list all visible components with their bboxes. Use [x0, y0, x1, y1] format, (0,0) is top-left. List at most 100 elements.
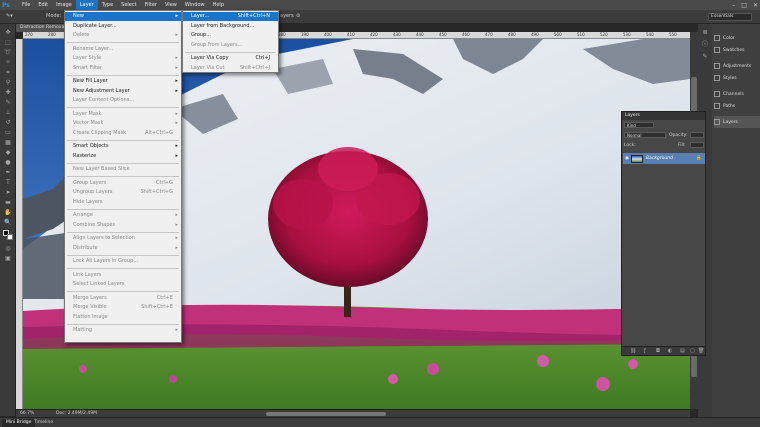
menu-help[interactable]: Help	[209, 0, 228, 10]
menu-item-group-layers[interactable]: Group Layers Ctrl+G	[65, 179, 181, 188]
menu-item-duplicate-layer[interactable]: Duplicate Layer...	[65, 22, 181, 31]
opacity-input[interactable]	[690, 132, 704, 138]
menu-type[interactable]: Type	[98, 0, 117, 10]
menu-item-lock-all-layers-in-group[interactable]: Lock All Layers in Group...	[65, 257, 181, 266]
close-icon[interactable]: ✕	[753, 2, 758, 9]
panel-paths[interactable]: Paths	[714, 100, 760, 112]
eyedropper-tool-icon[interactable]: ⚲	[3, 78, 13, 87]
shape-tool-icon[interactable]: ▬	[3, 198, 13, 207]
menu-image[interactable]: Image	[52, 0, 76, 10]
new-layer-icon[interactable]: ▢	[690, 348, 695, 354]
zoom-tool-icon[interactable]: 🔍	[3, 218, 13, 227]
menu-item-layer-style[interactable]: Layer Style ▸	[65, 54, 181, 63]
zoom-level[interactable]: 66.7%	[20, 411, 34, 416]
brush-tool-icon[interactable]: ✎▾	[6, 13, 13, 19]
menu-item-combine-shapes[interactable]: Combine Shapes ▸	[65, 221, 181, 230]
brush-presets-icon[interactable]: ✎	[700, 52, 710, 61]
menu-layer[interactable]: Layer	[75, 0, 98, 10]
fill-input[interactable]	[690, 142, 704, 148]
menu-item-flatten-image[interactable]: Flatten Image	[65, 313, 181, 322]
menu-item-rasterize[interactable]: Rasterize ▸	[65, 152, 181, 161]
healing-brush-tool-icon[interactable]: ✚	[3, 88, 13, 97]
adjustment-layer-icon[interactable]: ◐	[668, 348, 672, 354]
layer-name[interactable]: Background	[646, 156, 673, 161]
visibility-eye-icon[interactable]: ◉	[623, 156, 631, 161]
menu-item-create-clipping-mask[interactable]: Create Clipping Mask Alt+Ctrl+G	[65, 129, 181, 138]
menu-item-layer-content-options[interactable]: Layer Content Options...	[65, 96, 181, 105]
pen-tool-icon[interactable]: ✒	[3, 168, 13, 177]
horizontal-scroll-thumb[interactable]	[266, 412, 386, 416]
menu-item-smart-objects[interactable]: Smart Objects ▸	[65, 142, 181, 151]
menu-window[interactable]: Window	[181, 0, 209, 10]
color-swatches-icon[interactable]	[3, 230, 13, 240]
new-group-icon[interactable]: ▤	[680, 348, 685, 354]
layer-filter-select[interactable]: Kind	[624, 122, 654, 128]
hand-tool-icon[interactable]: ✋	[3, 208, 13, 217]
menu-item-matting[interactable]: Matting ▸	[65, 326, 181, 335]
panel-swatches[interactable]: Swatches	[714, 44, 760, 56]
menu-item-new-adjustment-layer[interactable]: New Adjustment Layer ▸	[65, 87, 181, 96]
properties-icon[interactable]: ⓘ	[700, 40, 710, 49]
panel-channels[interactable]: Channels	[714, 88, 760, 100]
menu-select[interactable]: Select	[117, 0, 140, 10]
pressure-icon[interactable]: ⊘	[296, 13, 300, 19]
screen-mode-icon[interactable]: ▣	[3, 254, 13, 263]
brush-tool-icon[interactable]: ✎	[3, 98, 13, 107]
menu-item-distribute[interactable]: Distribute ▸	[65, 244, 181, 253]
quick-select-tool-icon[interactable]: ✧	[3, 58, 13, 67]
document-size[interactable]: Doc: 2.49M/2.49M	[56, 411, 97, 416]
panel-styles[interactable]: Styles	[714, 72, 760, 84]
submenu-item-group[interactable]: Group...	[183, 31, 278, 40]
lasso-tool-icon[interactable]: ➰	[3, 48, 13, 57]
panel-layers[interactable]: Layers	[714, 116, 760, 128]
menu-item-merge-layers[interactable]: Merge Layers Ctrl+E	[65, 294, 181, 303]
menu-file[interactable]: File	[18, 0, 34, 10]
menu-item-new-layer-based-slice[interactable]: New Layer Based Slice	[65, 165, 181, 174]
tab-timeline[interactable]: Timeline	[30, 419, 57, 427]
submenu-item-layer-via-copy[interactable]: Layer Via Copy Ctrl+J	[183, 54, 278, 63]
layer-row-background[interactable]: ◉ Background 🔒	[623, 153, 705, 164]
layers-panel-title[interactable]: Layers	[622, 112, 705, 120]
blend-mode-select[interactable]: Normal	[624, 132, 666, 138]
menu-item-delete[interactable]: Delete ▸	[65, 31, 181, 40]
menu-filter[interactable]: Filter	[141, 0, 161, 10]
panel-color[interactable]: Color	[714, 32, 760, 44]
menu-view[interactable]: View	[161, 0, 181, 10]
link-layers-icon[interactable]: ⛓	[630, 348, 636, 354]
workspace-select[interactable]: Essentials	[708, 13, 752, 21]
menu-item-link-layers[interactable]: Link Layers	[65, 271, 181, 280]
marquee-tool-icon[interactable]: ⬚	[3, 38, 13, 47]
panel-adjustments[interactable]: Adjustments	[714, 60, 760, 72]
type-tool-icon[interactable]: T	[3, 178, 13, 187]
submenu-item-layer[interactable]: Layer... Shift+Ctrl+N	[183, 12, 278, 21]
history-brush-tool-icon[interactable]: ↺	[3, 118, 13, 127]
eraser-tool-icon[interactable]: ▭	[3, 128, 13, 137]
add-mask-icon[interactable]: ◘	[656, 348, 660, 354]
menu-item-layer-mask[interactable]: Layer Mask ▸	[65, 110, 181, 119]
menu-item-ungroup-layers[interactable]: Ungroup Layers Shift+Ctrl+G	[65, 188, 181, 197]
crop-tool-icon[interactable]: ⌗	[3, 68, 13, 77]
menu-item-new-fill-layer[interactable]: New Fill Layer ▸	[65, 77, 181, 86]
clone-stamp-tool-icon[interactable]: ⊥	[3, 108, 13, 117]
menu-item-align-layers-to-selection[interactable]: Align Layers to Selection ▸	[65, 234, 181, 243]
move-tool-icon[interactable]: ✥	[3, 28, 13, 37]
submenu-item-group-from-layers[interactable]: Group from Layers...	[183, 41, 278, 50]
menu-edit[interactable]: Edit	[34, 0, 52, 10]
menu-item-smart-filter[interactable]: Smart Filter ▸	[65, 64, 181, 73]
blur-tool-icon[interactable]: ◆	[3, 148, 13, 157]
submenu-item-layer-from-background[interactable]: Layer from Background...	[183, 22, 278, 31]
menu-item-vector-mask[interactable]: Vector Mask ▸	[65, 119, 181, 128]
menu-item-new[interactable]: New ▸	[65, 12, 181, 21]
history-icon[interactable]: ≣	[700, 28, 710, 37]
menu-item-select-linked-layers[interactable]: Select Linked Layers	[65, 280, 181, 289]
fx-icon[interactable]: ƒ	[644, 348, 646, 354]
submenu-item-layer-via-cut[interactable]: Layer Via Cut Shift+Ctrl+J	[183, 64, 278, 73]
dodge-tool-icon[interactable]: ●	[3, 158, 13, 167]
gradient-tool-icon[interactable]: ▦	[3, 138, 13, 147]
maximize-icon[interactable]: □	[741, 2, 747, 9]
menu-item-hide-layers[interactable]: Hide Layers	[65, 198, 181, 207]
menu-item-arrange[interactable]: Arrange ▸	[65, 211, 181, 220]
menu-item-merge-visible[interactable]: Merge Visible Shift+Ctrl+E	[65, 303, 181, 312]
path-selection-tool-icon[interactable]: ➤	[3, 188, 13, 197]
minimize-icon[interactable]: –	[732, 2, 735, 9]
